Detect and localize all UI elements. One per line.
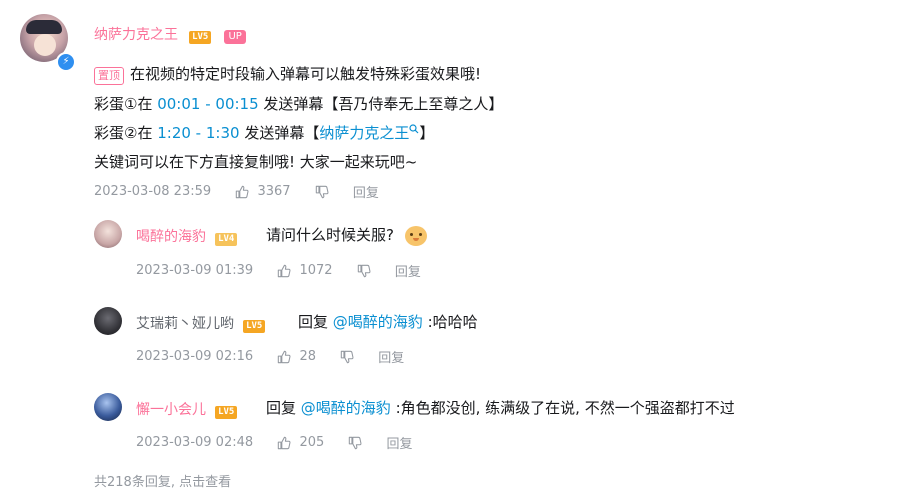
thumbs-up-icon: [278, 264, 291, 277]
thumbs-up-icon: [236, 185, 249, 198]
level-badge: LV5: [243, 320, 266, 333]
thumbs-down-icon: [340, 350, 354, 363]
reply-date: 2023-03-09 02:16: [136, 349, 254, 364]
reply-meta: 2023-03-09 01:39 1072 回复: [136, 261, 421, 280]
mention-link[interactable]: @喝醉的海豹: [301, 399, 391, 417]
dislike-button[interactable]: [348, 435, 366, 450]
username[interactable]: 纳萨力克之王: [94, 27, 178, 43]
thumbs-down-icon: [349, 436, 362, 449]
like-button[interactable]: 1072: [277, 263, 336, 278]
thumbs-up-icon: [278, 350, 291, 363]
comment-line-1: 置顶 在视频的特定时段输入弹幕可以触发特殊彩蛋效果哦!: [94, 63, 481, 85]
thumbs-up-icon: [278, 436, 291, 449]
mention-link[interactable]: @喝醉的海豹: [333, 313, 423, 331]
reply-meta: 2023-03-09 02:48 205 回复: [136, 433, 413, 452]
reply-username[interactable]: 懈一小会儿: [136, 402, 206, 418]
reply-username[interactable]: 艾瑞莉丶娅儿哟: [136, 316, 234, 332]
timestamp-link[interactable]: 1:20: [157, 124, 191, 142]
reply-header: 喝醉的海豹 LV4: [136, 226, 238, 246]
line-prefix: 彩蛋②在: [94, 124, 158, 142]
avatar-face: [34, 34, 56, 56]
level-badge: LV5: [189, 31, 212, 44]
like-button[interactable]: 3367: [235, 184, 294, 199]
comment-line-4: 关键词可以在下方直接复制哦! 大家一起来玩吧~: [94, 151, 417, 172]
dislike-button[interactable]: [340, 349, 358, 364]
dislike-button[interactable]: [315, 184, 333, 199]
line-mid: 发送弹幕【: [239, 124, 320, 142]
reply-meta: 2023-03-09 02:16 28 回复: [136, 347, 404, 366]
verified-icon: ⚡: [56, 52, 76, 72]
comment-text: 在视频的特定时段输入弹幕可以触发特殊彩蛋效果哦!: [130, 65, 482, 83]
avatar-hat: [26, 20, 62, 34]
comment-text: 关键词可以在下方直接复制哦! 大家一起来玩吧~: [94, 153, 418, 171]
reply-button[interactable]: 回复: [395, 265, 421, 280]
timestamp-link[interactable]: 00:15: [215, 95, 258, 113]
reply-prefix: 回复: [266, 399, 301, 417]
comment-line-2: 彩蛋①在 00:01 - 00:15 发送弹幕【吾乃侍奉无上至尊之人】: [94, 93, 503, 114]
like-count: 28: [299, 349, 316, 364]
thumbs-down-icon: [357, 264, 371, 277]
pin-tag: 置顶: [94, 67, 124, 85]
main-comment-header: 纳萨力克之王 LV5 UP: [94, 24, 246, 44]
like-button[interactable]: 205: [277, 435, 328, 450]
time-dash: -: [190, 124, 206, 142]
line-suffix: 发送弹幕【吾乃侍奉无上至尊之人】: [258, 95, 504, 113]
thumbs-down-icon: [315, 185, 329, 198]
reply-content: :角色都没创, 练满级了在说, 不然一个强盗都打不过: [390, 399, 735, 417]
level-badge: LV4: [215, 233, 238, 246]
comment-line-3: 彩蛋②在 1:20 - 1:30 发送弹幕【纳萨力克之王】: [94, 122, 434, 143]
reply-date: 2023-03-09 02:48: [136, 435, 254, 450]
dislike-button[interactable]: [357, 263, 375, 278]
like-count: 205: [299, 435, 325, 450]
reply-avatar[interactable]: [94, 393, 122, 421]
time-dash: -: [200, 95, 216, 113]
shiba-emoji-icon: [404, 225, 427, 246]
timestamp-link[interactable]: 1:30: [206, 124, 240, 142]
reply-avatar[interactable]: [94, 307, 122, 335]
search-icon: [409, 124, 419, 134]
reply-content: :哈哈哈: [422, 313, 478, 331]
search-keyword-link[interactable]: 纳萨力克之王: [319, 124, 409, 142]
reply-header: 懈一小会儿 LV5: [136, 399, 238, 419]
reply-date: 2023-03-09 01:39: [136, 263, 254, 278]
like-count: 3367: [257, 184, 291, 199]
reply-text: 回复 @喝醉的海豹 :角色都没创, 练满级了在说, 不然一个强盗都打不过: [266, 397, 735, 418]
reply-header: 艾瑞莉丶娅儿哟 LV5: [136, 313, 266, 333]
up-badge: UP: [224, 30, 246, 44]
like-button[interactable]: 28: [277, 349, 320, 364]
level-badge: LV5: [215, 406, 238, 419]
reply-text: 回复 @喝醉的海豹 :哈哈哈: [298, 311, 478, 332]
reply-prefix: 回复: [298, 313, 333, 331]
view-all-replies-link[interactable]: 共218条回复, 点击查看: [94, 471, 231, 490]
reply-button[interactable]: 回复: [387, 437, 413, 452]
line-prefix: 彩蛋①在: [94, 95, 158, 113]
reply-text: 请问什么时候关服?: [266, 224, 427, 246]
reply-button[interactable]: 回复: [353, 186, 379, 201]
reply-username[interactable]: 喝醉的海豹: [136, 229, 206, 245]
timestamp-link[interactable]: 00:01: [157, 95, 200, 113]
reply-content: 请问什么时候关服?: [266, 226, 394, 244]
like-count: 1072: [299, 263, 333, 278]
comment-meta: 2023-03-08 23:59 3367 回复: [94, 182, 379, 201]
reply-avatar[interactable]: [94, 220, 122, 248]
comment-date: 2023-03-08 23:59: [94, 184, 212, 199]
line-end: 】: [419, 124, 435, 142]
reply-button[interactable]: 回复: [378, 351, 404, 366]
